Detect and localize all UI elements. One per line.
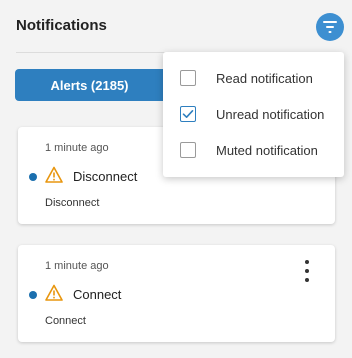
notification-title: Connect: [73, 287, 122, 302]
filter-icon: [323, 21, 337, 33]
filter-option-label: Read notification: [216, 71, 313, 86]
warning-icon: [45, 284, 63, 301]
filter-option-label: Unread notification: [216, 107, 325, 122]
warning-icon: [45, 166, 63, 183]
read-checkbox[interactable]: [180, 70, 196, 86]
filter-option-read[interactable]: Read notification: [163, 61, 344, 97]
muted-checkbox[interactable]: [180, 142, 196, 158]
notification-time: 1 minute ago: [45, 142, 109, 154]
filter-option-muted[interactable]: Muted notification: [163, 133, 344, 169]
more-options-icon[interactable]: [300, 260, 314, 282]
tab-alerts[interactable]: Alerts (2185): [15, 69, 164, 101]
filter-option-label: Muted notification: [216, 143, 318, 158]
unread-dot-icon: [29, 173, 37, 181]
checkmark-icon: [182, 110, 194, 118]
notification-title: Disconnect: [73, 169, 138, 184]
filter-dropdown: Read notification Unread notification Mu…: [163, 52, 344, 177]
filter-button[interactable]: [316, 13, 344, 41]
notification-card[interactable]: 1 minute ago Connect Connect: [18, 245, 335, 342]
notification-description: Disconnect: [45, 197, 100, 209]
notification-description: Connect: [45, 315, 86, 327]
header: Notifications: [0, 0, 352, 52]
unread-dot-icon: [29, 291, 37, 299]
page-title: Notifications: [16, 17, 107, 34]
notification-time: 1 minute ago: [45, 260, 109, 272]
filter-option-unread[interactable]: Unread notification: [163, 97, 344, 133]
unread-checkbox[interactable]: [180, 106, 196, 122]
